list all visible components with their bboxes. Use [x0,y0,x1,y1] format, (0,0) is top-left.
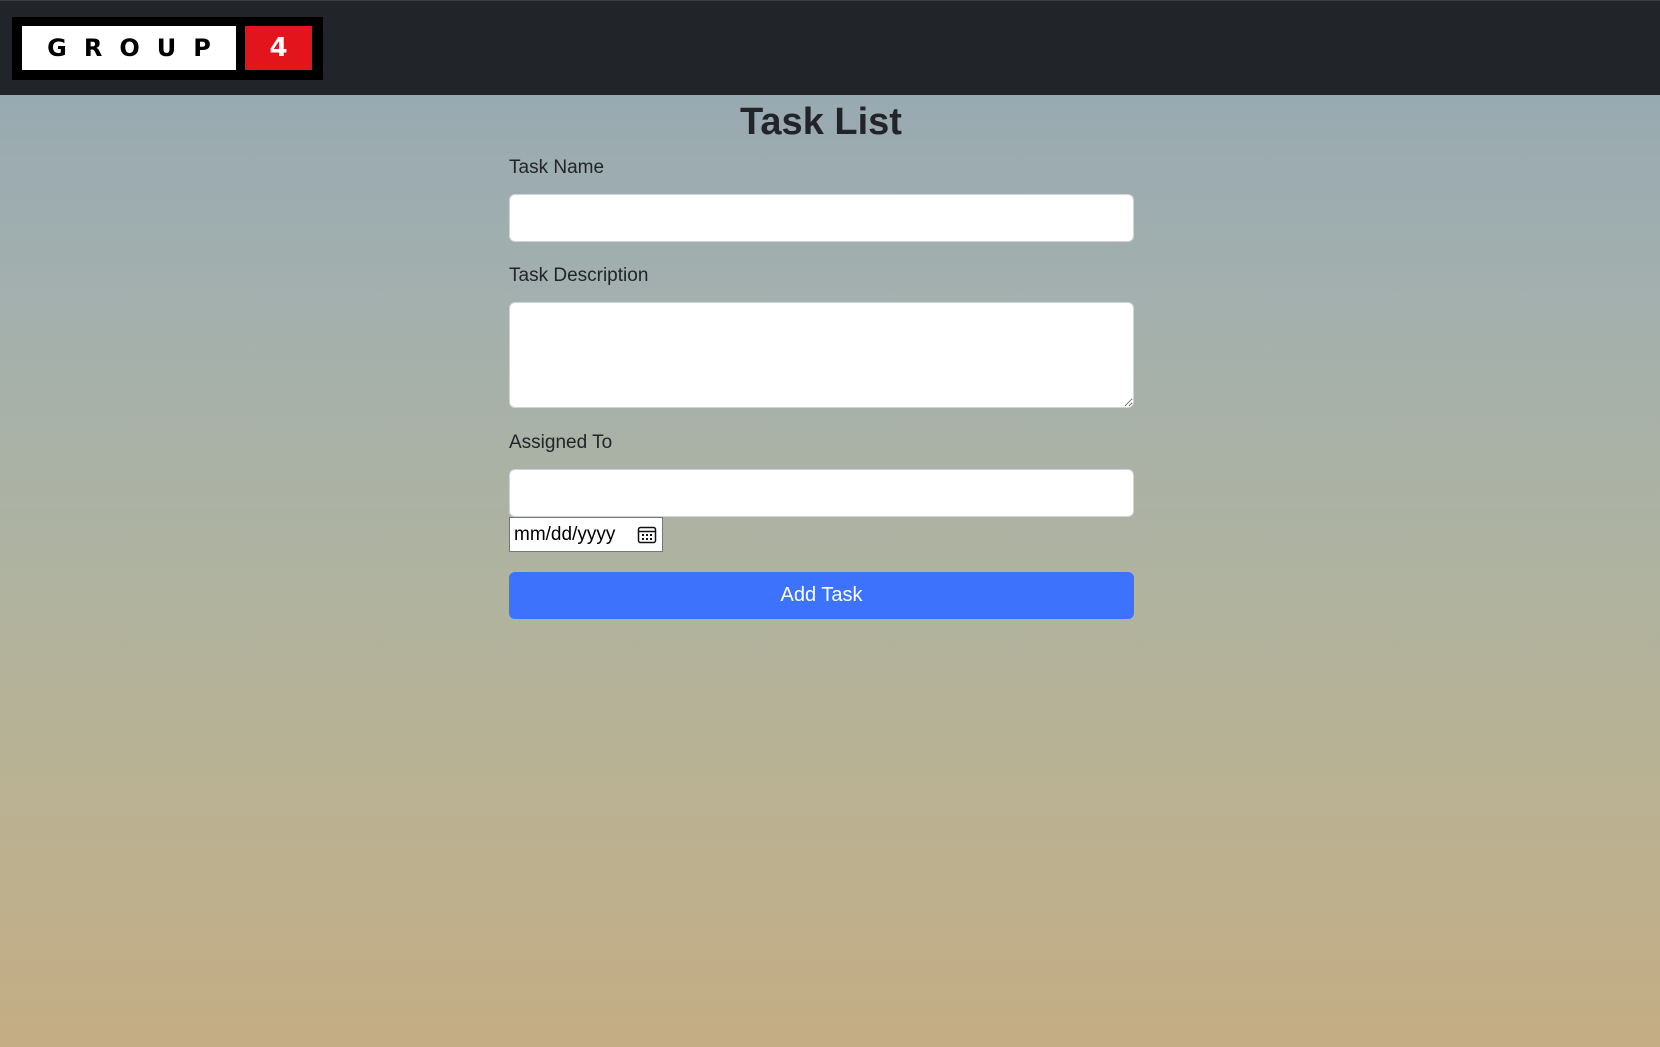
task-name-input[interactable] [509,194,1134,242]
logo-word: GROUP [22,26,236,70]
date-placeholder: mm/dd/yyyy [514,523,616,545]
group4-logo[interactable]: GROUP 4 [12,17,323,80]
assigned-to-input[interactable] [509,469,1134,517]
task-name-label: Task Name [509,157,605,178]
calendar-icon[interactable] [637,525,657,544]
due-date-input[interactable]: mm/dd/yyyy [509,517,663,552]
add-task-button[interactable]: Add Task [509,572,1134,619]
assigned-to-label: Assigned To [509,432,613,453]
navbar: GROUP 4 [0,0,1660,95]
task-description-label: Task Description [509,265,649,286]
task-description-textarea[interactable] [509,302,1134,408]
logo-number: 4 [245,26,312,70]
page-title: Task List [740,101,902,143]
